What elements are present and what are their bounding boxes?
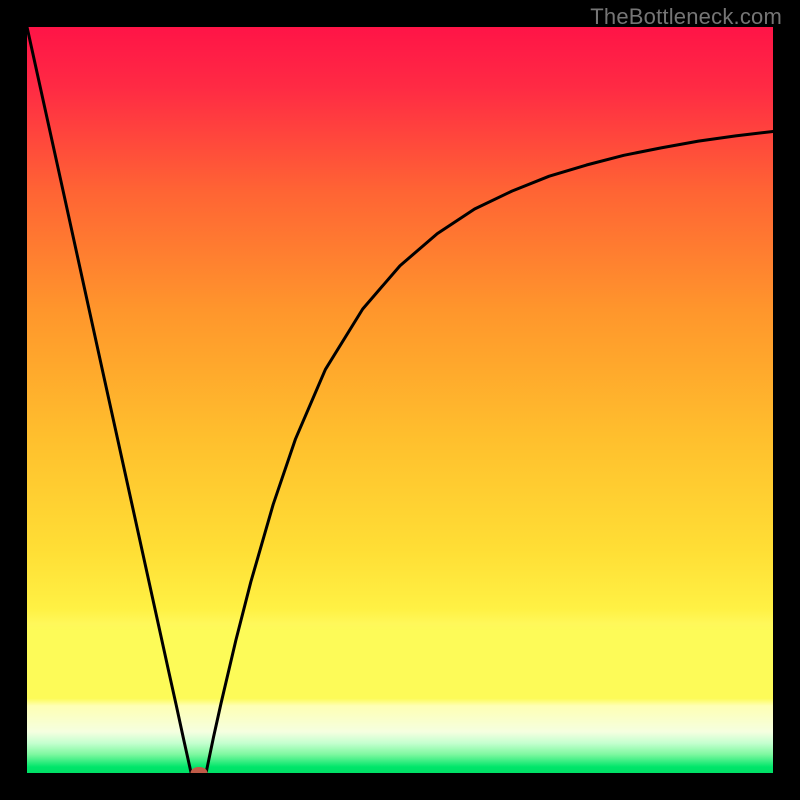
plot-area	[27, 27, 773, 773]
chart-frame: TheBottleneck.com	[0, 0, 800, 800]
curve-layer	[27, 27, 773, 773]
left-branch-line	[27, 27, 191, 773]
right-branch-line	[206, 131, 773, 773]
watermark-text: TheBottleneck.com	[590, 4, 782, 30]
minimum-marker	[190, 767, 207, 773]
